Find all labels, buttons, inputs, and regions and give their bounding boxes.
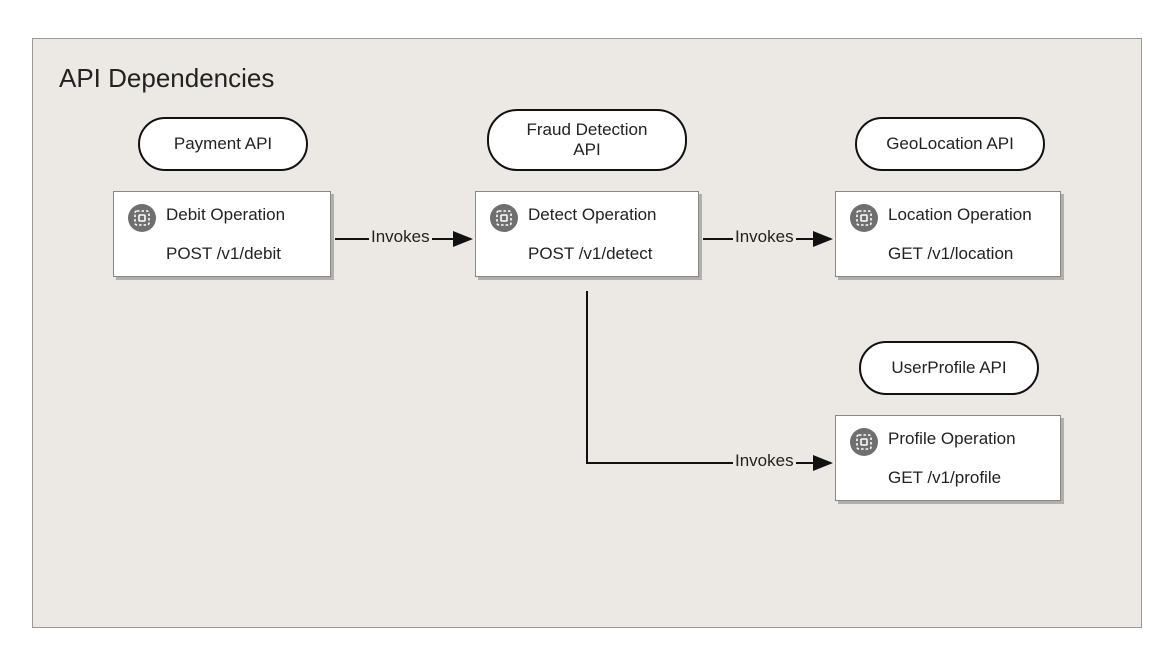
api-geo-label: GeoLocation API xyxy=(886,134,1014,154)
op-profile-title: Profile Operation xyxy=(888,428,1016,449)
operation-icon xyxy=(850,204,878,232)
edge-label-invokes-3: Invokes xyxy=(733,451,796,471)
op-detect-path: POST /v1/detect xyxy=(528,244,684,264)
api-geo: GeoLocation API xyxy=(855,117,1045,171)
operation-icon xyxy=(850,428,878,456)
api-user-label: UserProfile API xyxy=(891,358,1006,378)
op-location-card: Location Operation GET /v1/location xyxy=(835,191,1061,277)
diagram-frame: API Dependencies Payment API Fraud Detec… xyxy=(32,38,1142,628)
diagram-title: API Dependencies xyxy=(59,63,274,94)
op-debit-card: Debit Operation POST /v1/debit xyxy=(113,191,331,277)
op-profile-card: Profile Operation GET /v1/profile xyxy=(835,415,1061,501)
api-user: UserProfile API xyxy=(859,341,1039,395)
operation-icon xyxy=(490,204,518,232)
op-detect-card: Detect Operation POST /v1/detect xyxy=(475,191,699,277)
api-payment-label: Payment API xyxy=(174,134,272,154)
operation-icon xyxy=(128,204,156,232)
edge-label-invokes-2: Invokes xyxy=(733,227,796,247)
api-fraud: Fraud Detection API xyxy=(487,109,687,171)
op-location-title: Location Operation xyxy=(888,204,1032,225)
api-fraud-label: Fraud Detection API xyxy=(513,120,661,161)
op-location-path: GET /v1/location xyxy=(888,244,1046,264)
op-detect-title: Detect Operation xyxy=(528,204,657,225)
edge-label-invokes-1: Invokes xyxy=(369,227,432,247)
api-payment: Payment API xyxy=(138,117,308,171)
op-profile-path: GET /v1/profile xyxy=(888,468,1046,488)
op-debit-path: POST /v1/debit xyxy=(166,244,316,264)
op-debit-title: Debit Operation xyxy=(166,204,285,225)
